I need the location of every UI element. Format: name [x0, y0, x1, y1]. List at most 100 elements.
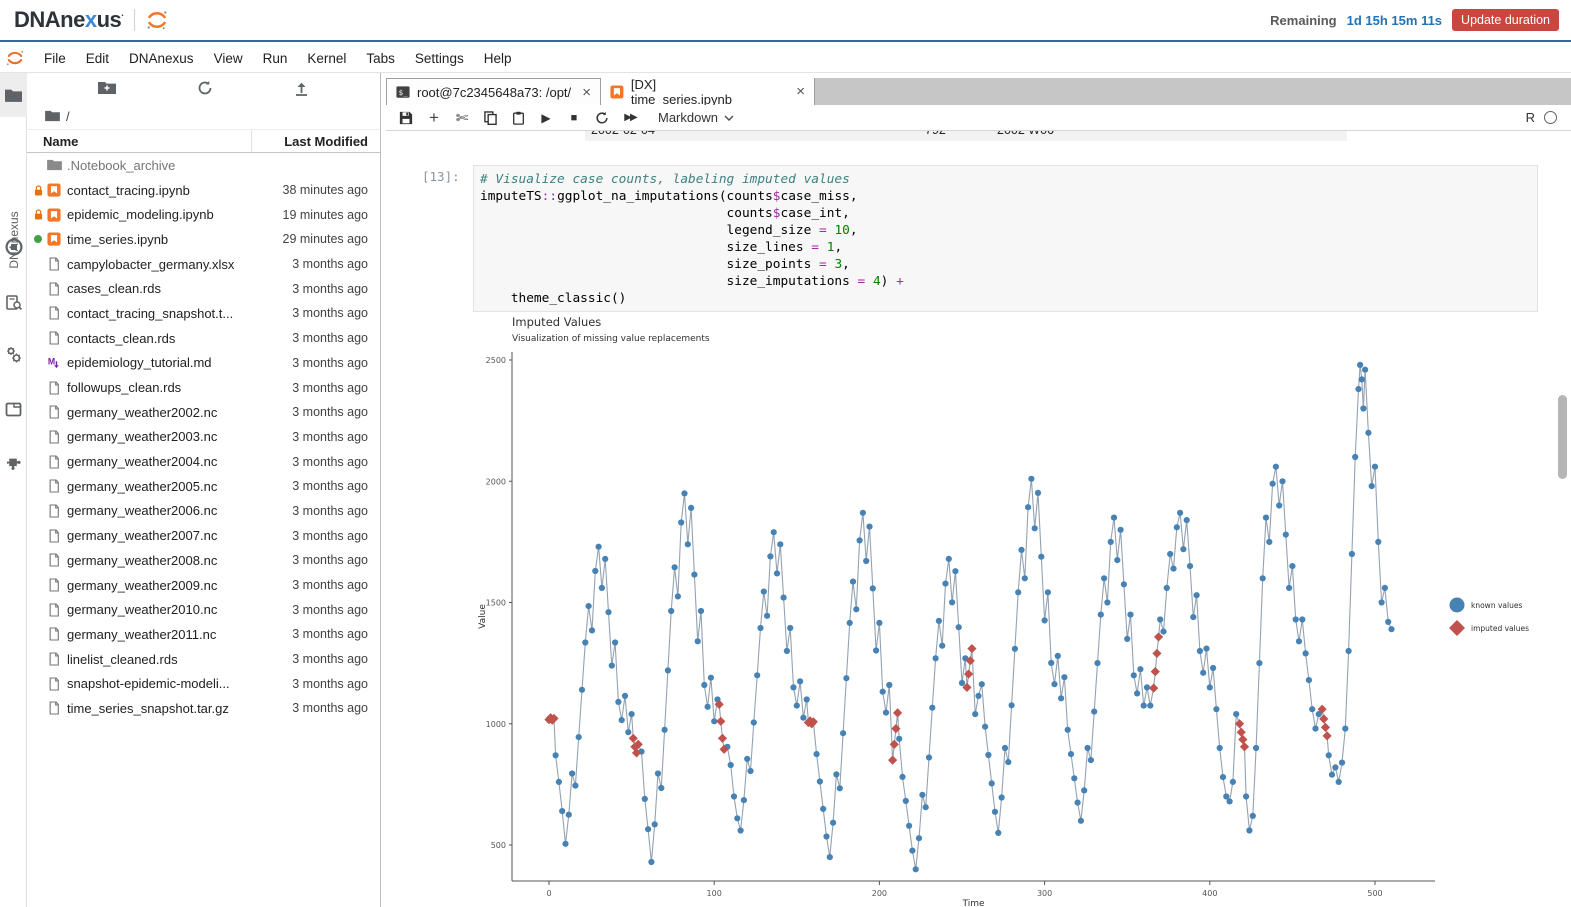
column-header-modified[interactable]: Last Modified: [252, 134, 380, 149]
file-row[interactable]: .Notebook_archive: [27, 153, 380, 178]
file-row[interactable]: germany_weather2010.nc3 months ago: [27, 597, 380, 622]
file-modified: 3 months ago: [260, 356, 380, 370]
menu-edit[interactable]: Edit: [76, 46, 119, 71]
property-inspector-icon[interactable]: [0, 289, 27, 317]
file-row[interactable]: germany_weather2002.nc3 months ago: [27, 400, 380, 425]
jupyter-logo: [145, 8, 169, 32]
remaining-label: Remaining: [1270, 13, 1336, 28]
svg-text:known values: known values: [1471, 601, 1522, 610]
file-modified: 3 months ago: [260, 578, 380, 592]
jupyterlab-window: DNAnexus· Remaining 1d 15h 15m 11s Updat…: [0, 0, 1571, 907]
svg-text:Value: Value: [478, 604, 488, 629]
menu-view[interactable]: View: [204, 46, 253, 71]
lock-icon: [31, 185, 45, 196]
file-row[interactable]: snapshot-epidemic-modeli...3 months ago: [27, 671, 380, 696]
menu-file[interactable]: File: [34, 46, 76, 71]
restart-run-all-button[interactable]: ▶▶: [616, 107, 644, 129]
file-row[interactable]: contact_tracing.ipynb38 minutes ago: [27, 178, 380, 203]
menu-dnanexus[interactable]: DNAnexus: [119, 46, 204, 71]
kernel-status-icon[interactable]: [1544, 111, 1557, 124]
file-row[interactable]: campylobacter_germany.xlsx3 months ago: [27, 252, 380, 277]
file-name: germany_weather2007.nc: [67, 528, 260, 543]
cut-cells-button[interactable]: ✄: [448, 107, 476, 129]
file-name: followups_clean.rds: [67, 380, 260, 395]
svg-text:Imputed Values: Imputed Values: [512, 315, 601, 329]
file-row[interactable]: contact_tracing_snapshot.t...3 months ag…: [27, 301, 380, 326]
paste-cells-button[interactable]: [504, 107, 532, 129]
update-duration-button[interactable]: Update duration: [1452, 9, 1559, 31]
breadcrumb[interactable]: /: [27, 103, 380, 129]
save-button[interactable]: [392, 107, 420, 129]
notebook-scrollbar[interactable]: [1558, 131, 1567, 907]
tab-notebook-close-icon[interactable]: ×: [796, 83, 805, 100]
menu-tabs[interactable]: Tabs: [356, 46, 405, 71]
menu-kernel[interactable]: Kernel: [297, 46, 356, 71]
file-modified: 3 months ago: [260, 381, 380, 395]
file-modified: 3 months ago: [260, 405, 380, 419]
code-cell[interactable]: # Visualize case counts, labeling impute…: [473, 165, 1538, 312]
file-name: germany_weather2004.nc: [67, 454, 260, 469]
file-modified: 3 months ago: [260, 504, 380, 518]
new-folder-button[interactable]: [98, 81, 116, 95]
cell-type-select[interactable]: Markdown: [658, 110, 734, 125]
folder-icon: [45, 159, 63, 171]
tab-terminal[interactable]: $_ root@7c2345648a73: /opt/ ×: [386, 78, 601, 105]
logo-divider: [134, 9, 135, 31]
file-modified: 38 minutes ago: [260, 183, 380, 197]
scrollbar-thumb[interactable]: [1558, 395, 1567, 479]
kernel-running-dot: [31, 235, 45, 243]
file-row[interactable]: germany_weather2003.nc3 months ago: [27, 425, 380, 450]
file-row[interactable]: cases_clean.rds3 months ago: [27, 276, 380, 301]
file-modified: 3 months ago: [260, 627, 380, 641]
kernel-name[interactable]: R: [1526, 110, 1535, 125]
upload-button[interactable]: [294, 80, 309, 96]
cell-type-value: Markdown: [658, 110, 718, 125]
column-header-name[interactable]: Name: [27, 130, 252, 152]
tab-terminal-close-icon[interactable]: ×: [582, 84, 591, 101]
run-cell-button[interactable]: ▶: [532, 107, 560, 129]
lock-icon: [31, 209, 45, 220]
settings-gears-icon[interactable]: [0, 341, 27, 369]
file-name: germany_weather2003.nc: [67, 429, 260, 444]
add-cell-button[interactable]: +: [420, 107, 448, 129]
file-row[interactable]: epidemic_modeling.ipynb19 minutes ago: [27, 202, 380, 227]
menu-settings[interactable]: Settings: [405, 46, 474, 71]
svg-text:0: 0: [546, 889, 551, 898]
notebook-content: 2002-02-047922002 W06792792 [13]: # Visu…: [386, 131, 1571, 907]
file-icon: [45, 627, 63, 641]
copy-cells-button[interactable]: [476, 107, 504, 129]
file-icon: [45, 282, 63, 296]
svg-text:imputed values: imputed values: [1471, 624, 1529, 633]
file-row[interactable]: time_series_snapshot.tar.gz3 months ago: [27, 696, 380, 721]
file-row[interactable]: time_series.ipynb29 minutes ago: [27, 227, 380, 252]
file-row[interactable]: contacts_clean.rds3 months ago: [27, 326, 380, 351]
tab-notebook[interactable]: [DX] time_series.ipynb ×: [601, 78, 815, 105]
file-row[interactable]: germany_weather2006.nc3 months ago: [27, 499, 380, 524]
running-kernels-icon[interactable]: [0, 233, 27, 261]
file-row[interactable]: germany_weather2004.nc3 months ago: [27, 449, 380, 474]
sidebar-tab-filebrowser[interactable]: [0, 73, 27, 117]
file-icon: [45, 701, 63, 715]
menu-help[interactable]: Help: [474, 46, 522, 71]
file-row[interactable]: Mepidemiology_tutorial.md3 months ago: [27, 351, 380, 376]
file-name: linelist_cleaned.rds: [67, 652, 260, 667]
file-row[interactable]: germany_weather2008.nc3 months ago: [27, 548, 380, 573]
svg-text:100: 100: [707, 889, 722, 898]
breadcrumb-root[interactable]: /: [66, 109, 70, 124]
menu-bar: FileEditDNAnexusViewRunKernelTabsSetting…: [0, 44, 1571, 73]
file-row[interactable]: followups_clean.rds3 months ago: [27, 375, 380, 400]
interrupt-kernel-button[interactable]: ■: [560, 107, 588, 129]
menu-run[interactable]: Run: [253, 46, 298, 71]
file-row[interactable]: germany_weather2009.nc3 months ago: [27, 573, 380, 598]
svg-text:400: 400: [1202, 889, 1217, 898]
file-row[interactable]: linelist_cleaned.rds3 months ago: [27, 647, 380, 672]
open-tabs-icon[interactable]: [0, 395, 27, 423]
restart-kernel-button[interactable]: [588, 107, 616, 129]
file-row[interactable]: germany_weather2007.nc3 months ago: [27, 523, 380, 548]
file-list-header: Name Last Modified: [27, 129, 380, 153]
refresh-button[interactable]: [197, 80, 213, 96]
file-row[interactable]: germany_weather2005.nc3 months ago: [27, 474, 380, 499]
file-name: snapshot-epidemic-modeli...: [67, 676, 260, 691]
extension-manager-icon[interactable]: [0, 449, 27, 477]
file-row[interactable]: germany_weather2011.nc3 months ago: [27, 622, 380, 647]
